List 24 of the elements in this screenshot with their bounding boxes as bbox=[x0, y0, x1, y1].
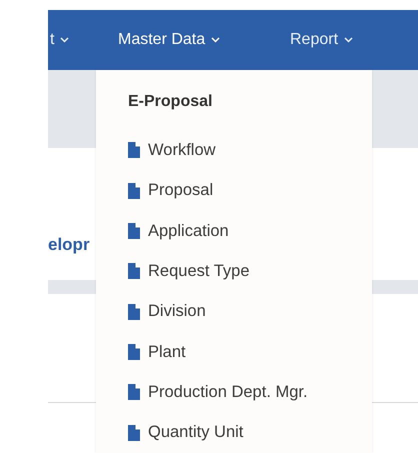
document-icon bbox=[128, 223, 140, 240]
dropdown-item[interactable]: Production Dept. Mgr. bbox=[128, 372, 308, 413]
dropdown-item[interactable]: Division bbox=[128, 292, 206, 332]
dropdown-item[interactable]: Quantity Unit bbox=[128, 412, 244, 453]
dropdown-header: E-Proposal bbox=[128, 92, 212, 112]
document-icon bbox=[128, 344, 140, 360]
nav-menu-item[interactable]: Master Data bbox=[118, 30, 220, 50]
dropdown-item[interactable]: Proposal bbox=[128, 170, 214, 211]
document-icon bbox=[128, 384, 140, 400]
document-icon bbox=[128, 263, 140, 280]
caret-icon bbox=[344, 37, 354, 44]
dropdown-item[interactable]: Request Type bbox=[128, 251, 250, 292]
document-icon bbox=[128, 304, 140, 320]
dropdown-item[interactable]: Application bbox=[128, 210, 229, 252]
page-heading: elopr bbox=[48, 234, 90, 256]
caret-icon bbox=[60, 37, 70, 44]
dropdown-item[interactable]: Plant bbox=[128, 332, 186, 372]
document-icon bbox=[128, 424, 140, 441]
document-icon bbox=[128, 142, 140, 158]
document-icon bbox=[128, 182, 140, 199]
nav-menu-item[interactable]: Report bbox=[290, 30, 354, 50]
caret-icon bbox=[211, 37, 220, 44]
dropdown-item[interactable]: Workflow bbox=[128, 130, 216, 171]
nav-menu-item[interactable]: t bbox=[50, 30, 70, 50]
